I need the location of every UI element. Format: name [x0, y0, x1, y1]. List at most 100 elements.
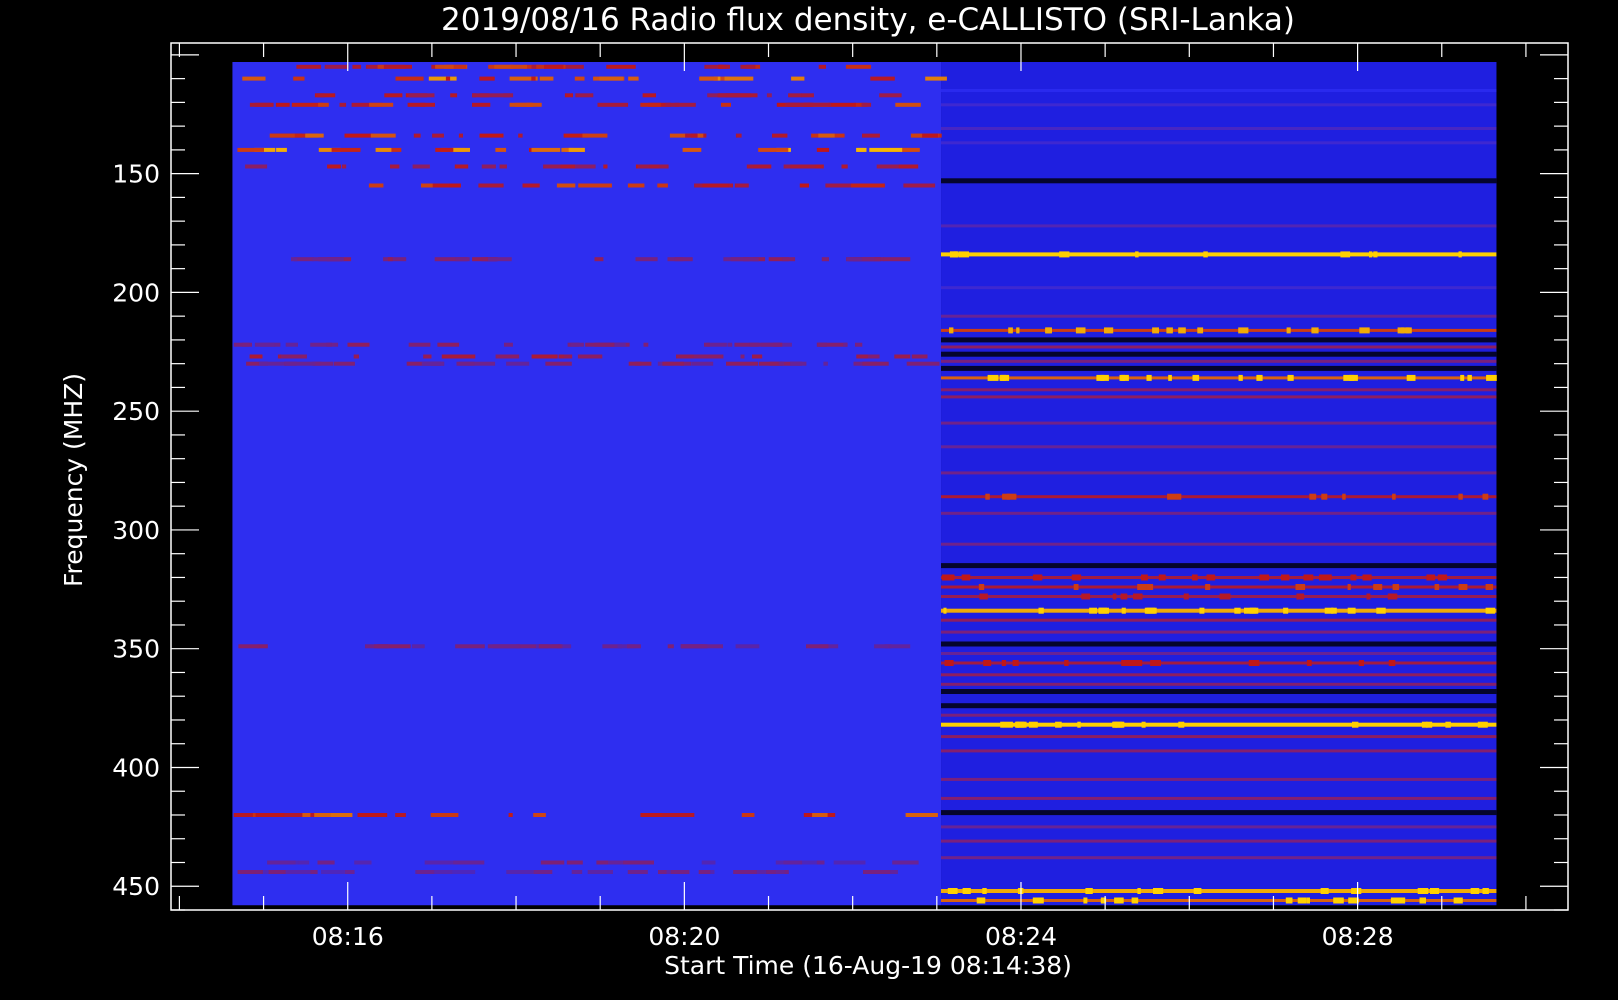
emission-mark [1406, 374, 1416, 381]
emission-mark [481, 164, 496, 169]
frequency-band [941, 252, 1497, 257]
emission-mark [545, 361, 572, 366]
emission-mark [846, 257, 862, 262]
emission-mark [237, 147, 264, 152]
emission-mark [856, 147, 867, 152]
emission-mark [1467, 374, 1472, 381]
y-tick-label: 200 [112, 278, 160, 307]
emission-mark [514, 102, 534, 107]
emission-mark [412, 164, 430, 169]
emission-mark [1089, 607, 1097, 614]
emission-mark [817, 342, 827, 347]
spectrogram-data [232, 62, 1497, 906]
emission-mark [1028, 721, 1038, 728]
emission-mark [330, 813, 353, 817]
emission-mark [728, 183, 733, 188]
emission-mark [799, 183, 809, 188]
emission-mark [479, 76, 495, 81]
emission-mark [1419, 897, 1426, 904]
frequency-band [941, 839, 1497, 843]
emission-mark [657, 183, 668, 188]
emission-mark [841, 164, 848, 169]
emission-mark [721, 102, 731, 107]
emission-mark [1309, 493, 1317, 500]
frequency-band [941, 595, 1497, 598]
emission-mark [717, 93, 741, 98]
emission-mark [1152, 327, 1159, 334]
emission-mark [1238, 327, 1249, 334]
emission-mark [1394, 897, 1406, 904]
emission-mark [730, 257, 759, 262]
emission-mark [1458, 251, 1462, 258]
emission-mark [1376, 607, 1386, 614]
emission-mark [788, 93, 802, 98]
emission-mark [1321, 493, 1328, 500]
emission-mark [435, 64, 454, 69]
emission-mark [704, 342, 710, 347]
emission-mark [455, 644, 485, 649]
emission-mark [772, 133, 788, 138]
frequency-band [941, 576, 1497, 579]
emission-mark [293, 76, 305, 81]
frequency-band [941, 749, 1497, 753]
emission-mark [733, 870, 757, 874]
emission-mark [1477, 721, 1488, 728]
emission-mark [1141, 721, 1146, 728]
emission-mark [310, 342, 339, 347]
frequency-band [941, 314, 1497, 318]
emission-mark [1238, 374, 1243, 381]
emission-mark [987, 374, 999, 381]
emission-mark [1426, 721, 1433, 728]
emission-mark [861, 102, 872, 107]
frequency-band [941, 495, 1497, 499]
emission-mark [1032, 574, 1043, 581]
emission-mark [570, 342, 584, 347]
emission-mark [1167, 493, 1178, 500]
emission-mark [566, 860, 583, 865]
emission-mark [874, 257, 881, 262]
emission-mark [255, 813, 288, 817]
emission-mark [1470, 888, 1480, 894]
emission-mark [1342, 493, 1346, 500]
emission-mark [1144, 607, 1156, 614]
emission-mark [828, 102, 856, 107]
emission-mark [883, 257, 911, 262]
emission-mark [445, 76, 451, 81]
emission-mark [1340, 251, 1351, 258]
emission-mark [766, 93, 772, 98]
frequency-band [941, 673, 1497, 677]
emission-mark [1322, 574, 1332, 581]
emission-mark [408, 93, 435, 98]
emission-mark [374, 644, 390, 649]
emission-mark [1417, 888, 1429, 894]
emission-mark [574, 76, 585, 81]
emission-mark [1085, 888, 1093, 894]
emission-mark [1219, 593, 1231, 600]
emission-mark [740, 354, 745, 359]
emission-mark [825, 183, 852, 188]
emission-mark [596, 860, 608, 865]
emission-mark [1077, 721, 1081, 728]
emission-mark [982, 888, 987, 894]
emission-mark [347, 342, 370, 347]
emission-mark [1158, 574, 1166, 581]
frequency-band [941, 563, 1497, 569]
emission-mark [718, 64, 723, 69]
emission-mark [575, 93, 594, 98]
emission-mark [413, 133, 421, 138]
emission-mark [691, 361, 714, 366]
emission-mark [254, 342, 275, 347]
y-tick-label: 400 [112, 753, 160, 782]
emission-mark [1248, 660, 1260, 666]
frequency-band [941, 141, 1497, 145]
emission-mark [510, 64, 527, 69]
emission-mark [390, 164, 400, 169]
emission-mark [451, 147, 470, 152]
emission-mark [978, 584, 985, 590]
emission-mark [456, 361, 475, 366]
emission-mark [701, 860, 716, 865]
y-tick-label: 300 [112, 516, 160, 545]
emission-mark [816, 147, 830, 152]
emission-mark [571, 870, 583, 874]
emission-mark [506, 361, 530, 366]
